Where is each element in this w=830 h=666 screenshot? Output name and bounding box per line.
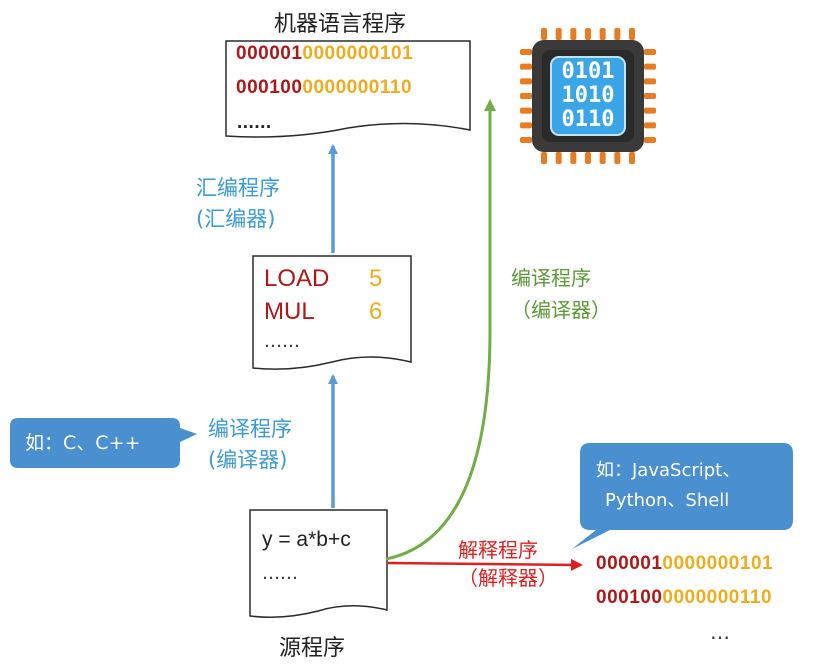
interpreted-operand-1: 0000000101: [662, 553, 774, 574]
interpreted-opcode-2: 000100: [596, 587, 663, 608]
source-ellipsis: ……: [262, 563, 298, 584]
compiler-label-left-line-1: 编译程序: [208, 417, 292, 441]
machine-ellipsis: ......: [237, 112, 272, 133]
compiler-label-left: 编译程序 (编译器): [208, 414, 292, 476]
assembly-arg-1: 5: [369, 265, 383, 292]
assembly-op-2: MUL: [264, 298, 315, 325]
interpreted-ellipsis: …: [710, 620, 730, 644]
cpu-bits-row-1: 0101: [561, 59, 615, 84]
interpreted-operand-2: 0000000110: [662, 587, 773, 608]
compiler-label-right-line-1: 编译程序: [511, 266, 591, 290]
machine-operand-1: 0000000101: [302, 43, 414, 64]
machine-program-title: 机器语言程序: [274, 12, 407, 37]
callout-scripts-text: 如：JavaScript、 Python、Shell: [596, 456, 740, 516]
interpreted-line-2: 0001000000000110: [596, 587, 772, 609]
interpreter-label-line-2: （解释器）: [458, 566, 558, 590]
machine-opcode-2: 000100: [236, 77, 303, 98]
interpreter-label-line-1: 解释程序: [458, 538, 538, 562]
assembly-op-1: LOAD: [264, 265, 330, 292]
cpu-bits-row-3: 0110: [561, 107, 615, 132]
interpreted-line-1: 0000010000000101: [596, 553, 773, 575]
callout-scripts-line-1: 如：JavaScript、: [596, 460, 741, 481]
assembler-label-line-1: 汇编程序: [196, 176, 280, 200]
machine-code-line-2: 0001000000000110: [236, 77, 412, 99]
cpu-bits-row-2: 1010: [561, 83, 615, 108]
assembly-line-1: LOAD 5: [264, 262, 382, 295]
assembly-arg-2: 6: [369, 298, 383, 325]
assembler-label: 汇编程序 (汇编器): [196, 173, 280, 235]
callout-c-text: 如：C、C++: [25, 432, 141, 454]
assembly-line-2: MUL 6: [264, 295, 382, 328]
source-program-title: 源程序: [279, 636, 346, 661]
cpu-bits: 0101 1010 0110: [551, 60, 625, 132]
interpreter-label: 解释程序 （解释器）: [458, 536, 558, 592]
machine-opcode-1: 000001: [236, 43, 303, 64]
compiler-label-right: 编译程序 （编译器）: [511, 262, 611, 326]
assembler-label-line-2: (汇编器): [196, 207, 276, 231]
callout-scripts-line-2: Python、Shell: [605, 490, 730, 511]
interpreted-opcode-1: 000001: [596, 553, 663, 574]
source-code: y = a*b+c: [262, 528, 351, 551]
compiler-label-left-line-2: (编译器): [208, 448, 288, 472]
machine-operand-2: 0000000110: [302, 77, 413, 98]
machine-code-line-1: 0000010000000101: [236, 43, 413, 65]
compiler-label-right-line-2: （编译器）: [511, 298, 611, 322]
assembly-ellipsis: ……: [264, 331, 300, 352]
